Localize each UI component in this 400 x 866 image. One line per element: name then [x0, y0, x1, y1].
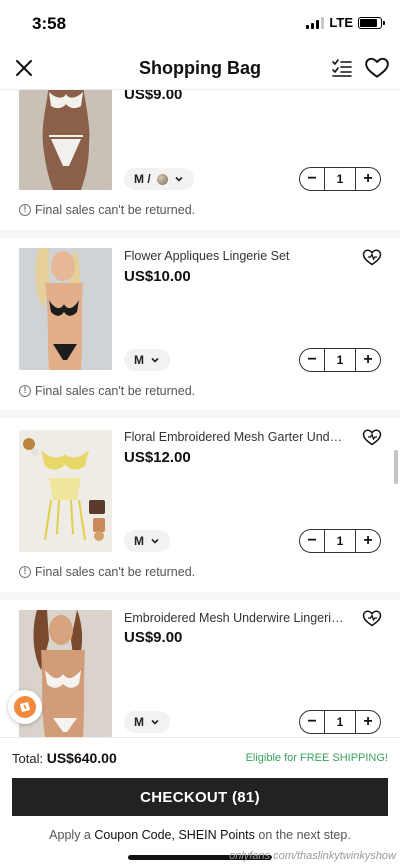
color-swatch — [156, 173, 168, 185]
increase-quantity-button[interactable]: + — [356, 711, 380, 733]
decrease-quantity-button[interactable]: − — [300, 349, 324, 371]
increase-quantity-button[interactable]: + — [356, 349, 380, 371]
final-sale-note: ! Final sales can't be returned. — [19, 203, 195, 217]
size-value: M / — [134, 172, 151, 186]
coupon-suffix: on the next step. — [258, 828, 351, 842]
final-sale-text: Final sales can't be returned. — [35, 203, 196, 217]
status-time: 3:58 — [32, 14, 67, 33]
coupon-float-button[interactable] — [8, 690, 42, 724]
coupon-code-label: Coupon Code, — [94, 828, 175, 842]
size-select[interactable]: M / — [124, 168, 194, 190]
chevron-down-icon — [151, 538, 159, 544]
size-value: M — [134, 534, 144, 548]
chevron-down-icon — [151, 357, 159, 363]
product-image[interactable] — [19, 84, 112, 190]
checklist-icon[interactable] — [330, 56, 354, 80]
total-label: Total: — [12, 751, 44, 766]
final-sale-note: ! Final sales can't be returned. — [19, 565, 195, 579]
checkout-footer: Total: US$640.00 Eligible for FREE SHIPP… — [0, 737, 400, 866]
quantity-value: 1 — [324, 168, 356, 190]
total-amount: US$640.00 — [46, 750, 117, 766]
item-title[interactable]: Floral Embroidered Mesh Garter Under... — [124, 430, 346, 444]
quantity-stepper[interactable]: − 1 + — [299, 348, 381, 372]
wishlist-icon[interactable] — [362, 609, 382, 627]
top-nav-bar: Shopping Bag — [0, 46, 400, 90]
item-title[interactable]: Flower Appliques Lingerie Set — [124, 249, 346, 263]
wishlist-icon[interactable] — [362, 428, 382, 446]
decrease-quantity-button[interactable]: − — [300, 168, 324, 190]
cart-item: Flower Appliques Lingerie Set US$10.00 M… — [0, 238, 400, 410]
quantity-stepper[interactable]: − 1 + — [299, 710, 381, 734]
quantity-value: 1 — [324, 530, 356, 552]
decrease-quantity-button[interactable]: − — [300, 711, 324, 733]
info-icon: ! — [19, 385, 31, 397]
info-icon: ! — [19, 566, 31, 578]
size-value: M — [134, 715, 144, 729]
size-select[interactable]: M — [124, 530, 170, 552]
scrollbar[interactable] — [394, 450, 398, 484]
status-bar: 3:58 LTE — [0, 0, 400, 46]
item-price: US$10.00 — [124, 268, 191, 285]
increase-quantity-button[interactable]: + — [356, 168, 380, 190]
divider — [0, 592, 400, 600]
final-sale-text: Final sales can't be returned. — [35, 384, 196, 398]
signal-icon — [306, 16, 325, 29]
battery-icon — [358, 16, 385, 29]
coupon-prefix: Apply a — [49, 828, 91, 842]
total-row: Total: US$640.00 — [12, 750, 117, 766]
info-icon: ! — [19, 204, 31, 216]
item-price: US$9.00 — [124, 629, 183, 646]
size-select[interactable]: M — [124, 349, 170, 371]
item-title[interactable]: Embroidered Mesh Underwire Lingerie... — [124, 611, 346, 625]
status-indicators: LTE — [306, 15, 385, 30]
product-image[interactable] — [19, 248, 112, 370]
divider — [0, 410, 400, 418]
free-shipping-label[interactable]: Eligible for FREE SHIPPING! — [246, 752, 388, 764]
quantity-value: 1 — [324, 349, 356, 371]
chevron-down-icon — [151, 719, 159, 725]
coupon-note: Apply a Coupon Code, SHEIN Points on the… — [0, 828, 400, 842]
final-sale-text: Final sales can't be returned. — [35, 565, 196, 579]
quantity-stepper[interactable]: − 1 + — [299, 167, 381, 191]
size-value: M — [134, 353, 144, 367]
decrease-quantity-button[interactable]: − — [300, 530, 324, 552]
cart-item: Embroidered Mesh Underwire Lingerie... U… — [0, 600, 400, 737]
heart-icon[interactable] — [364, 55, 390, 81]
quantity-stepper[interactable]: − 1 + — [299, 529, 381, 553]
quantity-value: 1 — [324, 711, 356, 733]
divider — [0, 230, 400, 238]
network-label: LTE — [329, 15, 353, 30]
checkout-button[interactable]: CHECKOUT (81) — [12, 778, 388, 816]
coupon-icon — [14, 696, 36, 718]
shein-points-label: SHEIN Points — [178, 828, 255, 842]
chevron-down-icon — [175, 176, 183, 182]
final-sale-note: ! Final sales can't be returned. — [19, 384, 195, 398]
cart-item: US$9.00 M / − 1 + ! Final sales can't be… — [0, 84, 400, 230]
cart-item: Floral Embroidered Mesh Garter Under... … — [0, 418, 400, 592]
wishlist-icon[interactable] — [362, 248, 382, 266]
product-image[interactable] — [19, 430, 112, 552]
item-price: US$12.00 — [124, 449, 191, 466]
size-select[interactable]: M — [124, 711, 170, 733]
increase-quantity-button[interactable]: + — [356, 530, 380, 552]
watermark-text: onlyfans.com/thaslinkytwinkyshow — [229, 850, 396, 862]
